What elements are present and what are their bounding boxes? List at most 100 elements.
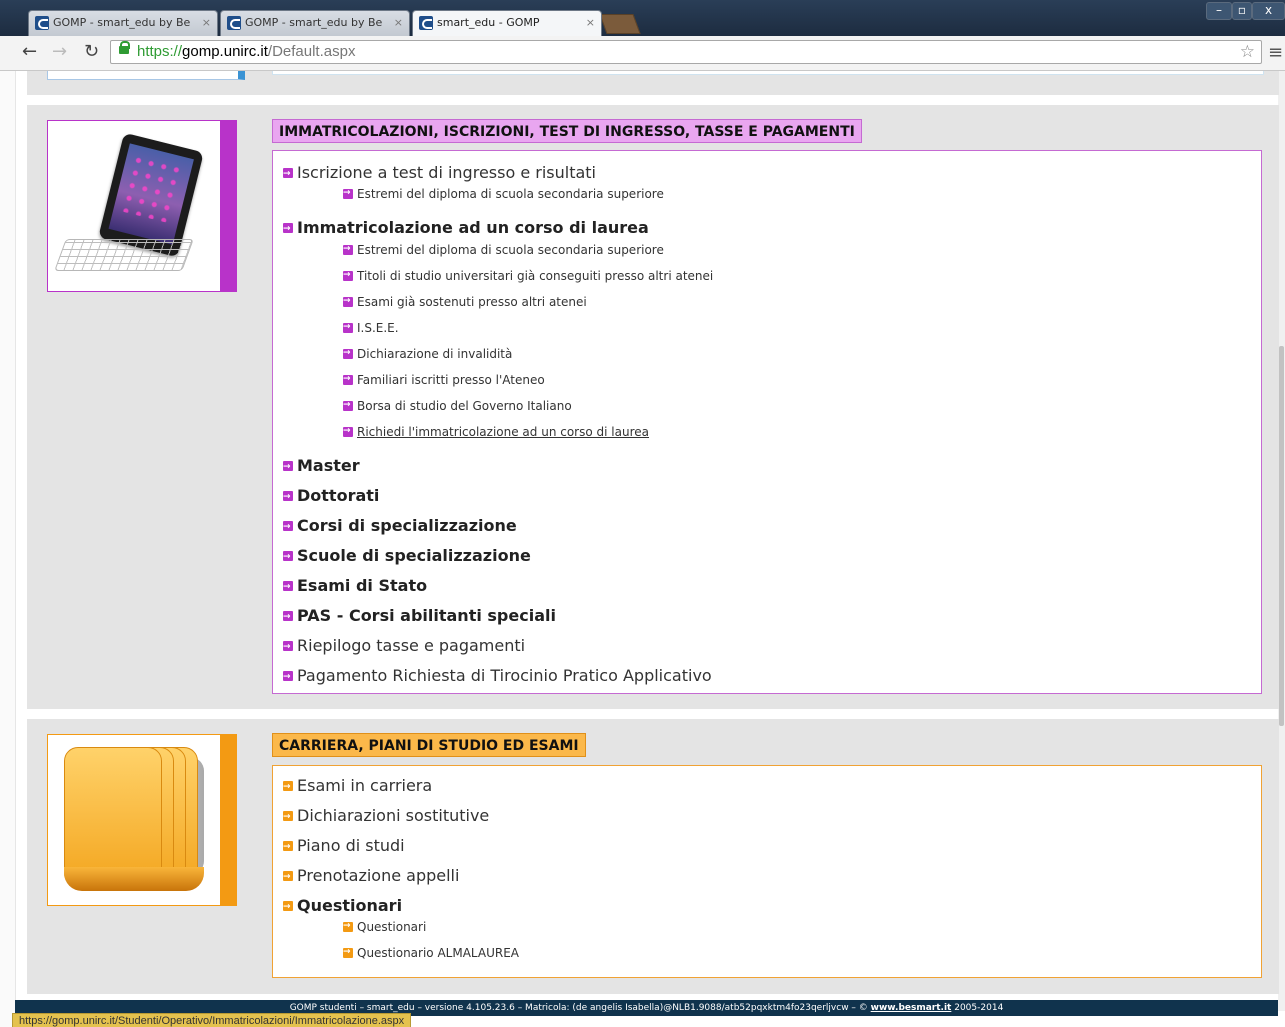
browser-titlebar: GOMP - smart_edu by Be × GOMP - smart_ed… [0,0,1285,36]
arrow-bullet-icon [283,867,293,887]
arrow-bullet-icon [283,777,293,797]
tab-title: GOMP - smart_edu by Be [53,16,191,29]
gomp-favicon-icon [227,16,241,30]
browser-tab-1[interactable]: GOMP - smart_edu by Be × [28,10,218,36]
arrow-bullet-icon [343,185,353,201]
arrow-bullet-icon [283,164,293,184]
arrow-bullet-icon [283,837,293,857]
section-image-box [47,120,237,292]
tab-title: smart_edu - GOMP [437,16,540,29]
arrow-bullet-icon [283,607,293,627]
folders-icon [62,747,208,895]
arrow-bullet-icon [283,517,293,537]
arrow-bullet-icon [343,319,353,335]
submenu-item-diploma-2[interactable]: Estremi del diploma di scuola secondaria… [343,241,664,258]
submenu-item-esami-sostenuti[interactable]: Esami già sostenuti presso altri atenei [343,293,587,310]
tab-close-icon[interactable]: × [586,11,595,35]
arrow-bullet-icon [343,267,353,283]
reload-icon[interactable]: ↻ [84,42,99,62]
previous-section-box [272,71,1264,75]
arrow-bullet-icon [283,219,293,239]
section-menu-box: Esami in carriera Dichiarazioni sostitut… [272,765,1262,978]
submenu-item-borsa-studio[interactable]: Borsa di studio del Governo Italiano [343,397,572,414]
menu-item-riepilogo-tasse[interactable]: Riepilogo tasse e pagamenti [283,636,525,657]
previous-section-image [47,71,245,80]
scrollbar-thumb[interactable] [1279,346,1284,726]
gomp-favicon-icon [35,16,49,30]
section-menu-box: Iscrizione a test di ingresso e risultat… [272,150,1262,694]
keyboard-illustration [54,239,194,271]
arrow-bullet-icon [283,547,293,567]
arrow-bullet-icon [283,577,293,597]
section-image-box [47,734,237,906]
vertical-scrollbar[interactable] [1278,71,1285,1011]
submenu-item-richiedi-immatricolazione[interactable]: Richiedi l'immatricolazione ad un corso … [343,423,649,440]
section-immatricolazioni: IMMATRICOLAZIONI, ISCRIZIONI, TEST DI IN… [27,105,1279,709]
menu-item-piano-studi[interactable]: Piano di studi [283,836,405,857]
arrow-bullet-icon [283,667,293,687]
section-accent-stripe [220,735,236,905]
footer-text: GOMP studenti – smart_edu – versione 4.1… [289,1003,868,1013]
arrow-bullet-icon [343,918,353,934]
browser-tab-2[interactable]: GOMP - smart_edu by Be × [220,10,410,36]
submenu-item-almalaurea[interactable]: Questionario ALMALAUREA [343,944,519,961]
gomp-favicon-icon [419,16,433,30]
menu-item-esami-stato[interactable]: Esami di Stato [283,576,427,597]
menu-item-corsi-specializzazione[interactable]: Corsi di specializzazione [283,516,517,537]
back-arrow-icon[interactable]: ← [22,42,37,62]
menu-item-pagamento-tirocinio[interactable]: Pagamento Richiesta di Tirocinio Pratico… [283,666,712,687]
new-tab-button[interactable] [599,14,641,34]
arrow-bullet-icon [343,293,353,309]
menu-item-immatricolazione[interactable]: Immatricolazione ad un corso di laurea [283,218,649,239]
maximize-icon[interactable]: ▫ [1232,2,1252,20]
menu-item-master[interactable]: Master [283,456,360,477]
previous-section-tail [27,71,1279,95]
submenu-item-titoli-studio[interactable]: Titoli di studio universitari già conseg… [343,267,713,284]
menu-item-dottorati[interactable]: Dottorati [283,486,379,507]
minimize-icon[interactable]: – [1206,2,1232,20]
arrow-bullet-icon [283,897,293,917]
submenu-item-diploma[interactable]: Estremi del diploma di scuola secondaria… [343,185,664,202]
arrow-bullet-icon [343,345,353,361]
url-text: https://gomp.unirc.it/Default.aspx [137,43,356,60]
arrow-bullet-icon [283,457,293,477]
tab-close-icon[interactable]: × [202,11,211,35]
lock-icon [119,41,130,54]
menu-item-questionari[interactable]: Questionari [283,896,402,917]
left-side-strip [0,71,16,1027]
submenu-item-invalidita[interactable]: Dichiarazione di invalidità [343,345,512,362]
arrow-bullet-icon [283,637,293,657]
arrow-bullet-icon [343,241,353,257]
section-carriera: CARRIERA, PIANI DI STUDIO ED ESAMI Esami… [27,719,1279,994]
footer-besmart-link[interactable]: www.besmart.it [871,1003,952,1013]
menu-item-esami-carriera[interactable]: Esami in carriera [283,776,432,797]
browser-status-url: https://gomp.unirc.it/Studenti/Operativo… [12,1013,412,1027]
close-window-icon[interactable]: x [1252,2,1285,20]
arrow-bullet-icon [343,397,353,413]
arrow-bullet-icon [343,423,353,439]
menu-item-scuole-specializzazione[interactable]: Scuole di specializzazione [283,546,531,567]
section-title: IMMATRICOLAZIONI, ISCRIZIONI, TEST DI IN… [272,119,862,143]
browser-tab-3[interactable]: smart_edu - GOMP × [412,10,602,36]
menu-item-test-ingresso[interactable]: Iscrizione a test di ingresso e risultat… [283,163,596,184]
arrow-bullet-icon [343,371,353,387]
arrow-bullet-icon [343,944,353,960]
tab-title: GOMP - smart_edu by Be [245,16,383,29]
browser-toolbar: ← → ↻ https://gomp.unirc.it/Default.aspx… [0,36,1285,71]
arrow-bullet-icon [283,807,293,827]
page-viewport: IMMATRICOLAZIONI, ISCRIZIONI, TEST DI IN… [0,71,1285,1027]
menu-item-pas[interactable]: PAS - Corsi abilitanti speciali [283,606,556,627]
address-bar[interactable]: https://gomp.unirc.it/Default.aspx ☆ [110,40,1262,64]
menu-item-dichiarazioni[interactable]: Dichiarazioni sostitutive [283,806,489,827]
tab-close-icon[interactable]: × [394,11,403,35]
forward-arrow-icon[interactable]: → [52,42,67,62]
browser-menu-icon[interactable]: ≡ [1268,44,1285,62]
footer-years: 2005-2014 [954,1003,1004,1013]
submenu-item-questionari[interactable]: Questionari [343,918,426,935]
section-accent-stripe [220,121,236,291]
bookmark-star-icon[interactable]: ☆ [1240,41,1255,63]
menu-item-prenotazione-appelli[interactable]: Prenotazione appelli [283,866,459,887]
arrow-bullet-icon [283,487,293,507]
submenu-item-isee[interactable]: I.S.E.E. [343,319,399,336]
submenu-item-familiari[interactable]: Familiari iscritti presso l'Ateneo [343,371,545,388]
